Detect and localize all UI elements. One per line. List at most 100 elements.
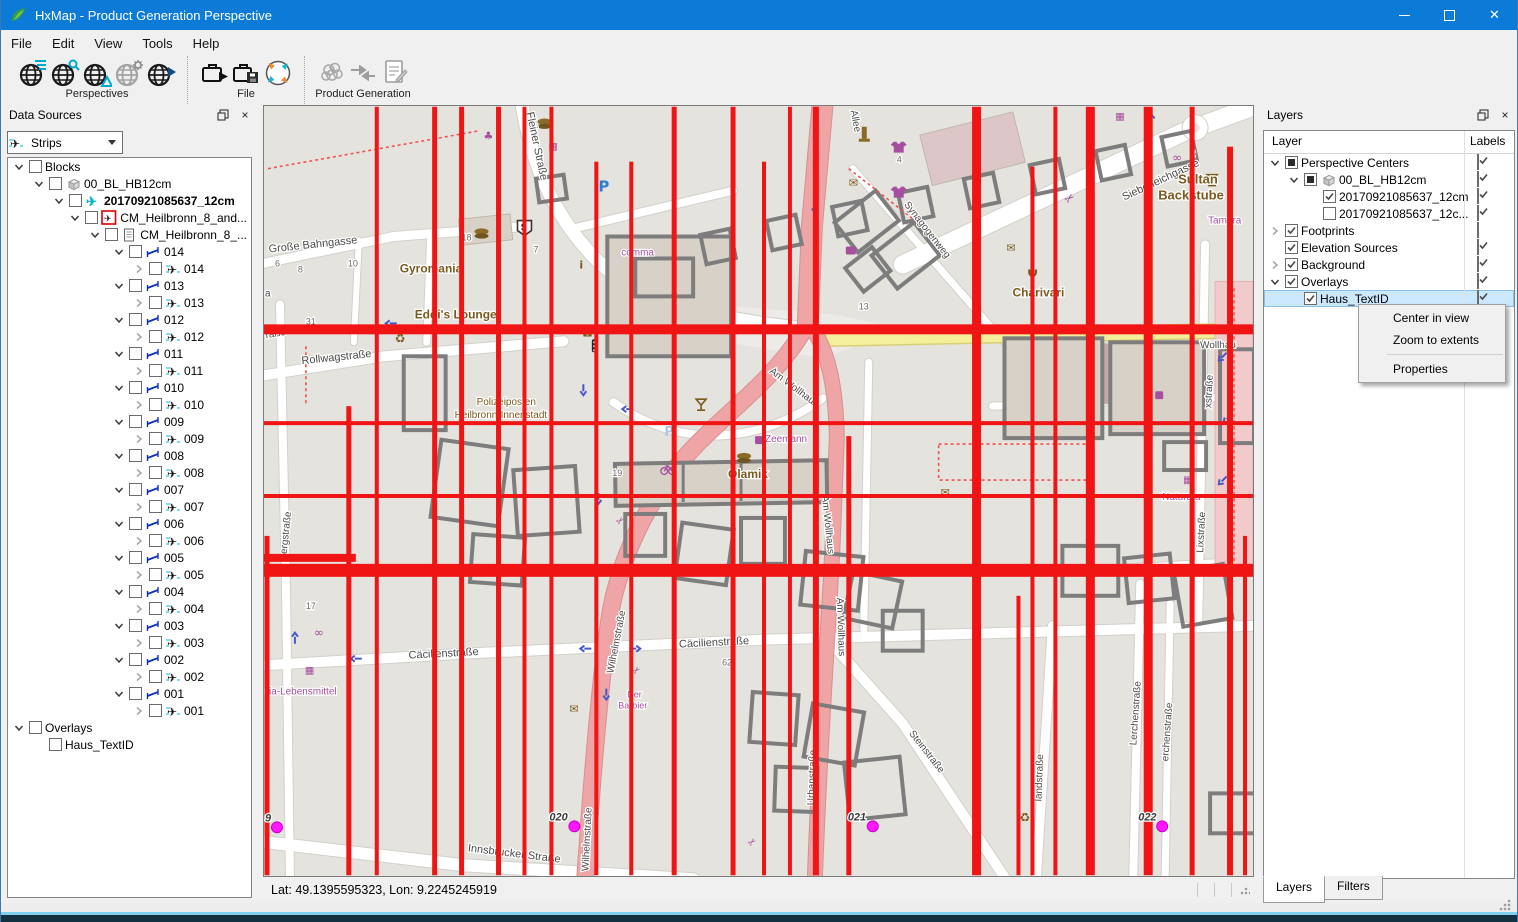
tab-layers[interactable]: Layers <box>1263 876 1325 903</box>
chevron-right-icon[interactable] <box>132 330 146 344</box>
chevron-down-icon[interactable] <box>52 194 66 208</box>
menu-edit[interactable]: Edit <box>42 32 84 55</box>
checkbox[interactable] <box>1477 273 1479 289</box>
close-button[interactable]: ✕ <box>1472 0 1517 30</box>
tree-row[interactable]: 003 <box>8 617 251 634</box>
layer-row-footprints[interactable]: Footprints <box>1264 222 1514 239</box>
tree-row[interactable]: ✈20170921085637_12cm <box>8 192 251 209</box>
checkbox[interactable] <box>1285 156 1298 169</box>
checkbox[interactable] <box>129 449 142 462</box>
tree-row[interactable]: 006 <box>8 515 251 532</box>
checkbox[interactable] <box>129 687 142 700</box>
layer-row-20170921085637-12cm[interactable]: 20170921085637_12cm <box>1264 188 1514 205</box>
tree-row[interactable]: ✈011 <box>8 362 251 379</box>
chevron-down-icon[interactable] <box>12 721 26 735</box>
checkbox[interactable] <box>69 194 82 207</box>
chevron-down-icon[interactable] <box>112 483 126 497</box>
chevron-right-icon[interactable] <box>132 704 146 718</box>
checkbox[interactable] <box>129 483 142 496</box>
chevron-right-icon[interactable] <box>132 262 146 276</box>
checkbox[interactable] <box>1477 256 1479 272</box>
save-project-icon[interactable] <box>230 57 262 89</box>
chevron-right-icon[interactable] <box>132 534 146 548</box>
chevron-right-icon[interactable] <box>1268 258 1282 272</box>
checkbox[interactable] <box>149 602 162 615</box>
chevron-right-icon[interactable] <box>132 568 146 582</box>
chevron-right-icon[interactable] <box>132 432 146 446</box>
checkbox[interactable] <box>129 279 142 292</box>
chevron-right-icon[interactable] <box>132 466 146 480</box>
chevron-down-icon[interactable] <box>112 313 126 327</box>
checkbox[interactable] <box>1477 239 1479 255</box>
context-menu-item-properties[interactable]: Properties <box>1359 358 1505 380</box>
menu-tools[interactable]: Tools <box>132 32 182 55</box>
menu-help[interactable]: Help <box>183 32 230 55</box>
checkbox[interactable] <box>1477 171 1479 187</box>
checkbox[interactable] <box>1304 292 1317 305</box>
chevron-right-icon[interactable] <box>132 364 146 378</box>
perspective-gear-icon[interactable] <box>113 57 145 89</box>
checkbox[interactable] <box>1477 205 1479 221</box>
tree-row[interactable]: 002 <box>8 651 251 668</box>
context-menu-item-center-in-view[interactable]: Center in view <box>1359 307 1505 329</box>
checkbox[interactable] <box>1477 154 1479 170</box>
checkbox[interactable] <box>149 364 162 377</box>
checkbox[interactable] <box>149 398 162 411</box>
chevron-down-icon[interactable] <box>112 449 126 463</box>
tree-row[interactable]: ✈CM_Heilbronn_8_and... <box>8 209 251 226</box>
tree-row[interactable]: Blocks <box>8 158 251 175</box>
tree-row[interactable]: Haus_TextID <box>8 736 251 753</box>
chevron-down-icon[interactable] <box>32 177 46 191</box>
chevron-right-icon[interactable] <box>132 500 146 514</box>
chevron-down-icon[interactable] <box>112 245 126 259</box>
checkbox[interactable] <box>1285 224 1298 237</box>
checkbox[interactable] <box>1323 207 1336 220</box>
close-panel-icon[interactable]: × <box>237 107 253 123</box>
chevron-down-icon[interactable] <box>112 347 126 361</box>
checkbox[interactable] <box>129 517 142 530</box>
layer-row-00-bl-hb12cm[interactable]: 00_BL_HB12cm <box>1264 171 1514 188</box>
perspective-lines-icon[interactable] <box>17 57 49 89</box>
checkbox[interactable] <box>149 636 162 649</box>
float-panel-icon[interactable] <box>1475 107 1491 123</box>
tree-row[interactable]: 013 <box>8 277 251 294</box>
open-project-icon[interactable] <box>198 57 230 89</box>
import-arrows-icon[interactable] <box>347 57 379 89</box>
chevron-down-icon[interactable] <box>112 687 126 701</box>
checkbox[interactable] <box>149 500 162 513</box>
checkbox[interactable] <box>149 670 162 683</box>
tree-row[interactable]: 009 <box>8 413 251 430</box>
tree-row[interactable]: ✈005 <box>8 566 251 583</box>
order-list-icon[interactable] <box>379 57 411 89</box>
rose-icon[interactable] <box>315 57 347 89</box>
checkbox[interactable] <box>129 619 142 632</box>
chevron-down-icon[interactable] <box>112 381 126 395</box>
checkbox[interactable] <box>149 534 162 547</box>
reset-view-icon[interactable] <box>262 57 294 89</box>
chevron-down-icon[interactable] <box>112 415 126 429</box>
tree-row[interactable]: ✈013 <box>8 294 251 311</box>
maximize-button[interactable] <box>1427 0 1472 30</box>
checkbox[interactable] <box>129 653 142 666</box>
tree-row[interactable]: ✈008 <box>8 464 251 481</box>
checkbox[interactable] <box>129 585 142 598</box>
tree-row[interactable]: ✈009 <box>8 430 251 447</box>
chevron-down-icon[interactable] <box>12 160 26 174</box>
checkbox[interactable] <box>149 330 162 343</box>
checkbox[interactable] <box>149 466 162 479</box>
context-menu-item-zoom-to-extents[interactable]: Zoom to extents <box>1359 329 1505 351</box>
tree-row[interactable]: ✈004 <box>8 600 251 617</box>
checkbox[interactable] <box>105 228 118 241</box>
perspective-delta-icon[interactable] <box>81 57 113 89</box>
map-view[interactable]: ✉✉✉✉♻♻✂✂✂✂☎∞∞♣▦▦▦▦PPi$ΨGroße BahngasseRo… <box>263 105 1254 877</box>
checkbox[interactable] <box>85 211 98 224</box>
checkbox[interactable] <box>129 415 142 428</box>
float-panel-icon[interactable] <box>215 107 231 123</box>
tree-row[interactable]: ✈001 <box>8 702 251 719</box>
chevron-right-icon[interactable] <box>132 296 146 310</box>
chevron-right-icon[interactable] <box>1268 224 1282 238</box>
layers-tree[interactable]: Layer Labels Perspective Centers00_BL_HB… <box>1263 130 1515 879</box>
chevron-down-icon[interactable] <box>112 619 126 633</box>
tree-row[interactable]: 011 <box>8 345 251 362</box>
layer-row-perspective-centers[interactable]: Perspective Centers <box>1264 154 1514 171</box>
